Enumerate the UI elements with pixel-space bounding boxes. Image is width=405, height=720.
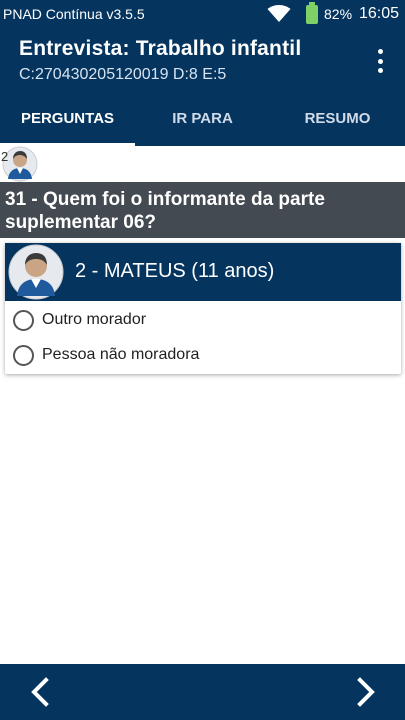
battery-icon [306, 2, 318, 24]
chevron-right-icon [357, 677, 375, 707]
person-name: 2 - MATEUS (11 anos) [75, 260, 275, 282]
person-strip: 2 [0, 146, 405, 182]
bottom-nav [0, 664, 405, 720]
answer-card: 2 - MATEUS (11 anos) Outro morador Pesso… [5, 243, 401, 374]
tab-bar: PERGUNTAS IR PARA RESUMO [0, 90, 405, 146]
wifi-icon [267, 5, 291, 22]
tab-resumo[interactable]: RESUMO [270, 90, 405, 146]
tab-ir-para[interactable]: IR PARA [135, 90, 270, 146]
page-title: Entrevista: Trabalho infantil [19, 37, 302, 60]
option-label: Outro morador [42, 311, 147, 328]
status-bar: PNAD Contínua v3.5.5 82% 16:05 [0, 0, 405, 29]
option-label: Pessoa não moradora [42, 346, 200, 363]
tab-perguntas[interactable]: PERGUNTAS [0, 90, 135, 146]
question-text: 31 - Quem foi o informante da parte supl… [0, 182, 405, 238]
more-vert-icon[interactable] [372, 49, 388, 73]
battery-percentage: 82% [324, 6, 353, 22]
status-app-name: PNAD Contínua v3.5.5 [3, 6, 145, 22]
option-pessoa-nao-moradora[interactable]: Pessoa não moradora [5, 338, 401, 372]
screen: PNAD Contínua v3.5.5 82% 16:05 Entrevist… [0, 0, 405, 720]
previous-button[interactable] [10, 664, 70, 720]
page-subtitle: C:270430205120019 D:8 E:5 [19, 66, 227, 83]
person-avatar [8, 244, 64, 300]
app-bar: Entrevista: Trabalho infantil C:27043020… [0, 29, 405, 90]
next-button[interactable] [336, 664, 396, 720]
chevron-left-icon [31, 677, 49, 707]
person-number: 2 [1, 149, 9, 164]
radio-button[interactable] [13, 344, 34, 366]
option-outro-morador[interactable]: Outro morador [5, 303, 401, 337]
radio-button[interactable] [13, 309, 34, 331]
clock: 16:05 [359, 5, 400, 22]
person-header: 2 - MATEUS (11 anos) [5, 243, 401, 301]
